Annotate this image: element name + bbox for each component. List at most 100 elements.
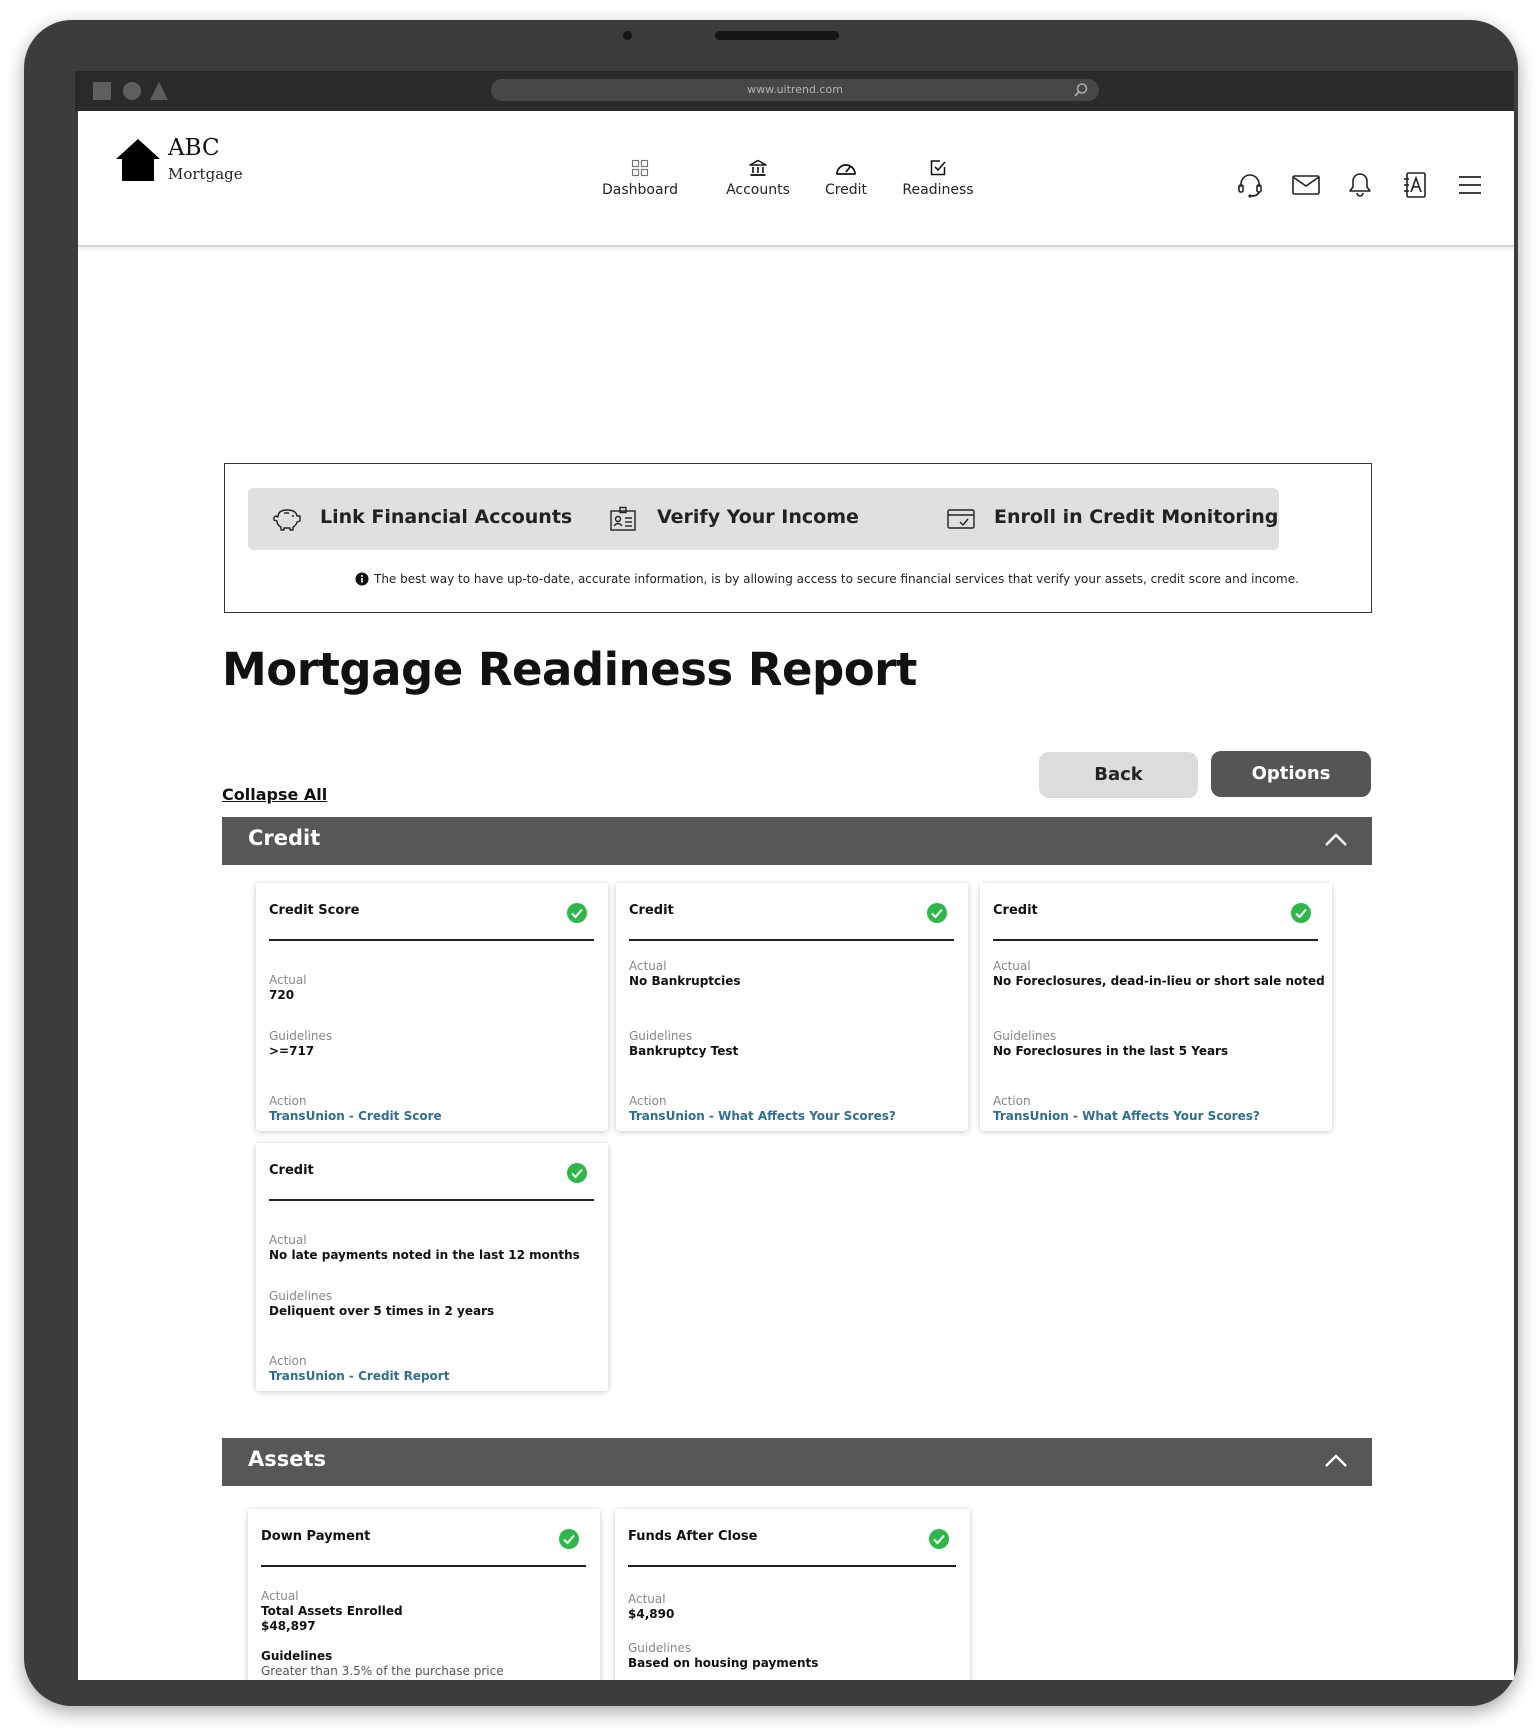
card-divider [993, 939, 1318, 941]
card-divider [269, 939, 594, 941]
window-controls-icon [93, 82, 168, 100]
address-bar[interactable]: www.uitrend.com [491, 79, 1099, 101]
guidelines-label: Guidelines [629, 1029, 693, 1043]
action-label: Verify Your Income [657, 506, 859, 528]
assets-section-header[interactable]: Assets [222, 1438, 1372, 1486]
card-title: Credit [993, 903, 1038, 918]
enroll-credit-monitoring-button[interactable]: Enroll in Credit Monitoring [922, 488, 1279, 550]
gauge-icon [836, 164, 856, 175]
check-circle-icon [567, 1163, 587, 1183]
nav-dashboard[interactable]: Dashboard [600, 159, 680, 198]
actual-label: Actual [269, 973, 307, 987]
action-label: Action [269, 1354, 307, 1368]
brand-name: ABC [168, 135, 220, 161]
actual-amount: $48,897 [261, 1619, 316, 1633]
chevron-up-icon[interactable] [1324, 832, 1348, 848]
guidelines-label: Guidelines [269, 1029, 333, 1043]
piggy-bank-icon [273, 509, 301, 531]
actual-value: No late payments noted in the last 12 mo… [269, 1248, 580, 1262]
check-circle-icon [559, 1529, 579, 1549]
guidelines-value: Bankruptcy Test [629, 1044, 739, 1058]
card-title: Credit Score [269, 903, 360, 918]
collapse-all-link[interactable]: Collapse All [222, 785, 327, 804]
nav-readiness[interactable]: Readiness [898, 159, 978, 198]
late-payments-card: Credit Actual No late payments noted in … [256, 1143, 608, 1391]
guidelines-value: Deliquent over 5 times in 2 years [269, 1304, 495, 1318]
checklist-icon [930, 160, 946, 176]
menu-icon[interactable] [1456, 171, 1484, 199]
camera-dot [623, 31, 632, 40]
foreclosure-card: Credit Actual No Foreclosures, dead-in-l… [980, 883, 1332, 1131]
funds-after-close-card: Funds After Close Actual $4,890 Guidelin… [615, 1509, 970, 1680]
brand-subtitle: Mortgage [168, 165, 243, 183]
search-icon[interactable] [1073, 82, 1089, 98]
actual-value: No Bankruptcies [629, 974, 741, 988]
nav-label: Accounts [726, 182, 790, 198]
dashboard-icon [631, 159, 649, 177]
check-circle-icon [1291, 903, 1311, 923]
quick-actions-panel: Link Financial Accounts Verify Your Inco… [224, 463, 1372, 613]
verify-income-button[interactable]: Verify Your Income [585, 488, 942, 550]
nav-accounts[interactable]: Accounts [718, 159, 798, 198]
actual-value: No Foreclosures, dead-in-lieu or short s… [993, 974, 1325, 988]
options-button[interactable]: Options [1211, 751, 1371, 797]
info-text: The best way to have up-to-date, accurat… [374, 572, 1299, 586]
mail-icon[interactable] [1291, 171, 1321, 199]
guidelines-label: Guidelines [628, 1641, 692, 1655]
bell-icon[interactable] [1346, 171, 1374, 199]
card-title: Credit [629, 903, 674, 918]
actual-value: $4,890 [628, 1607, 675, 1621]
actual-label: Actual [628, 1592, 666, 1606]
card-divider [628, 1565, 956, 1567]
id-card-icon [610, 506, 636, 531]
info-icon [355, 572, 369, 586]
card-divider [261, 1565, 586, 1567]
nav-label: Dashboard [602, 182, 678, 198]
check-circle-icon [927, 903, 947, 923]
action-link[interactable]: TransUnion - What Affects Your Scores? [629, 1109, 896, 1123]
credit-section-header[interactable]: Credit [222, 817, 1372, 865]
link-financial-accounts-button[interactable]: Link Financial Accounts [248, 488, 605, 550]
check-circle-icon [929, 1529, 949, 1549]
action-link[interactable]: TransUnion - Credit Score [269, 1109, 442, 1123]
nav-label: Readiness [902, 182, 974, 198]
nav-credit[interactable]: Credit [816, 159, 876, 198]
actual-value: 720 [269, 988, 295, 1002]
action-label: Enroll in Credit Monitoring [994, 506, 1279, 528]
device-frame: www.uitrend.com ABC Mortgage Dashboard A… [24, 20, 1518, 1706]
back-button[interactable]: Back [1039, 752, 1198, 798]
camera-dot [765, 31, 774, 40]
action-link[interactable]: TransUnion - What Affects Your Scores? [993, 1109, 1260, 1123]
chevron-up-icon[interactable] [1324, 1453, 1348, 1469]
guidelines-label: Guidelines [269, 1289, 333, 1303]
section-title: Assets [248, 1447, 327, 1471]
credit-card-icon [947, 509, 975, 529]
house-logo-icon [116, 139, 160, 181]
page-title: Mortgage Readiness Report [222, 643, 917, 696]
top-navigation: ABC Mortgage Dashboard Accounts Credit R… [78, 111, 1514, 247]
headset-icon[interactable] [1236, 171, 1264, 199]
guidelines-value: Greater than 3.5% of the purchase price [261, 1664, 504, 1678]
action-label: Link Financial Accounts [320, 506, 573, 528]
card-divider [269, 1199, 594, 1201]
url-text: www.uitrend.com [747, 83, 843, 96]
speaker-slot [715, 31, 839, 40]
card-title: Funds After Close [628, 1529, 758, 1544]
card-title: Credit [269, 1163, 314, 1178]
check-circle-icon [567, 903, 587, 923]
section-title: Credit [248, 826, 321, 850]
card-divider [629, 939, 954, 941]
action-link[interactable]: TransUnion - Credit Report [269, 1369, 449, 1383]
card-title: Down Payment [261, 1529, 371, 1544]
actual-label: Actual [993, 959, 1031, 973]
guidelines-label: Guidelines [993, 1029, 1057, 1043]
actual-value: Total Assets Enrolled [261, 1604, 403, 1618]
guidelines-value: Based on housing payments [628, 1656, 819, 1670]
nav-label: Credit [824, 182, 868, 198]
info-note: The best way to have up-to-date, accurat… [355, 572, 1299, 586]
actual-label: Actual [269, 1233, 307, 1247]
guidelines-value: No Foreclosures in the last 5 Years [993, 1044, 1229, 1058]
app-screen: ABC Mortgage Dashboard Accounts Credit R… [78, 111, 1514, 1680]
bankruptcy-card: Credit Actual No Bankruptcies Guidelines… [616, 883, 968, 1131]
contacts-icon[interactable] [1401, 171, 1429, 199]
